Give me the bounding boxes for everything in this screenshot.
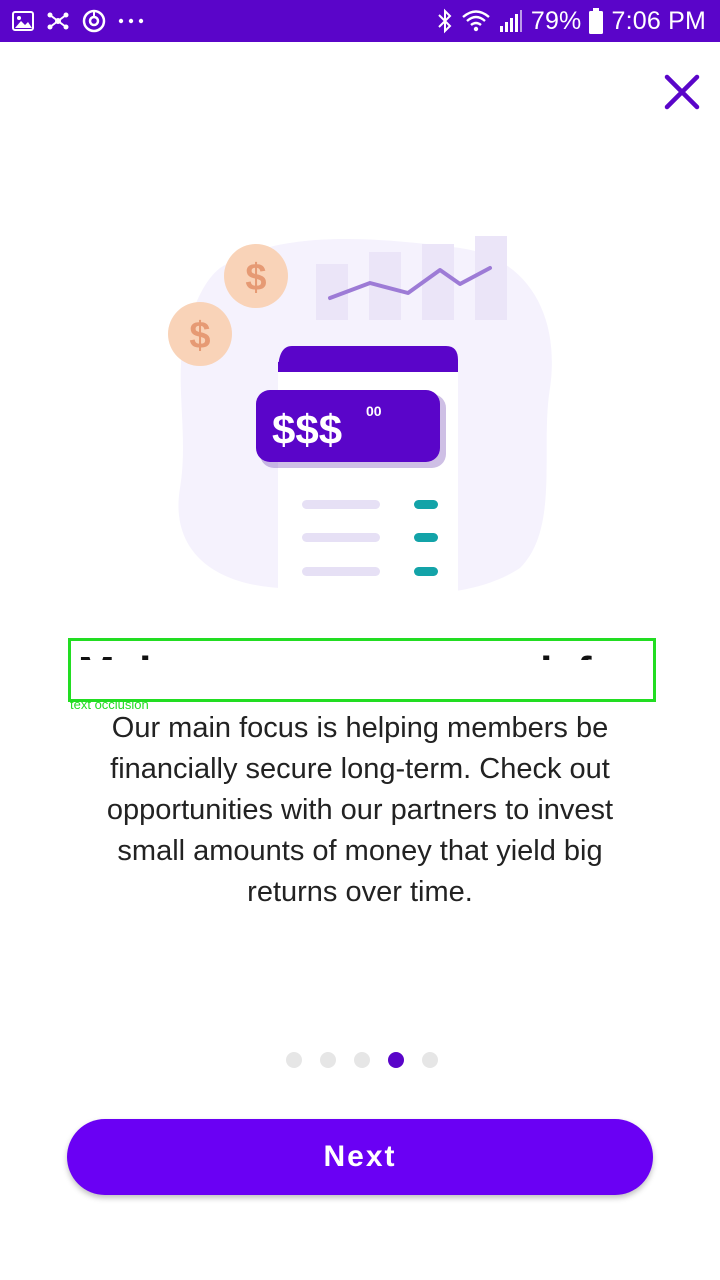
network-icon <box>46 10 70 32</box>
status-left <box>12 9 144 33</box>
close-button[interactable] <box>660 70 704 114</box>
more-icon <box>118 17 144 25</box>
page-dot[interactable] <box>354 1052 370 1068</box>
page-dot[interactable] <box>422 1052 438 1068</box>
battery-percent: 79% <box>530 6 582 35</box>
close-icon <box>664 74 700 110</box>
text-occlusion-box <box>68 638 656 702</box>
coin-icon-top: $ <box>224 244 288 308</box>
svg-text:00: 00 <box>366 403 382 419</box>
bluetooth-icon <box>437 8 453 34</box>
amount-card: $$$ 00 <box>256 390 446 468</box>
page-dot[interactable] <box>388 1052 404 1068</box>
svg-text:$: $ <box>189 315 210 357</box>
status-bar: 79% 7:06 PM <box>0 0 720 42</box>
page-indicator <box>286 1052 438 1068</box>
status-time: 7:06 PM <box>611 6 706 35</box>
receipt-graphic <box>278 346 458 598</box>
description-text: Our main focus is helping members be fin… <box>106 712 614 908</box>
finance-illustration: $ $ $$$ 00 <box>168 236 552 598</box>
onboarding-screen: 79% 7:06 PM $ $ $$$ 00 text occlusion Ou… <box>0 0 720 1280</box>
wifi-icon <box>461 9 491 33</box>
gallery-icon <box>12 11 34 31</box>
coin-icon-bottom: $ <box>168 302 232 366</box>
next-button[interactable]: Next <box>67 1119 653 1195</box>
page-dot[interactable] <box>286 1052 302 1068</box>
sync-icon <box>82 9 106 33</box>
battery-icon <box>589 8 604 34</box>
next-button-label: Next <box>323 1140 397 1173</box>
svg-text:$$$: $$$ <box>272 406 342 453</box>
signal-icon <box>499 9 523 33</box>
status-right: 79% 7:06 PM <box>437 7 706 36</box>
svg-text:$: $ <box>245 257 266 299</box>
page-dot[interactable] <box>320 1052 336 1068</box>
